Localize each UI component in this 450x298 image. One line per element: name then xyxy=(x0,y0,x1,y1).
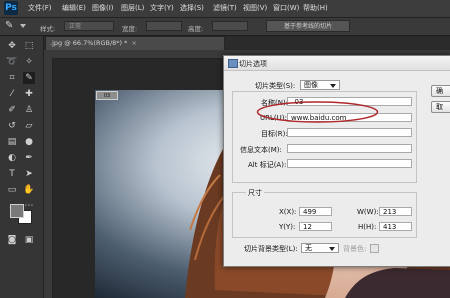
menu-help[interactable]: 帮助(H) xyxy=(303,3,328,13)
move-tool-icon[interactable]: ✥ xyxy=(6,40,18,52)
slices-from-guides-button[interactable]: 基于参考线的切片 xyxy=(266,20,350,32)
quick-mask-icon[interactable]: ◙ xyxy=(6,234,18,246)
menu-select[interactable]: 选择(S) xyxy=(180,3,204,13)
document-tab[interactable]: .jpg @ 66.7%(RGB/8*) * × xyxy=(45,36,225,50)
document-tab-title: .jpg @ 66.7%(RGB/8*) * xyxy=(50,39,128,47)
slice-tool-icon[interactable]: ✎ xyxy=(23,72,35,84)
healing-brush-tool-icon[interactable]: ✚ xyxy=(23,88,35,100)
ok-button[interactable]: 确 xyxy=(431,85,450,97)
eraser-tool-icon[interactable]: ▱ xyxy=(23,120,35,132)
photoshop-logo: Ps xyxy=(4,1,18,15)
slice-bg-type-value: 无 xyxy=(305,244,312,252)
menu-image[interactable]: 图像(I) xyxy=(92,3,114,13)
chevron-down-icon xyxy=(329,247,335,251)
type-tool-icon[interactable]: T xyxy=(6,168,18,180)
vertical-ruler xyxy=(44,58,53,298)
height-input[interactable] xyxy=(212,21,248,31)
bg-color-swatch[interactable] xyxy=(370,244,379,253)
history-brush-tool-icon[interactable]: ↺ xyxy=(6,120,18,132)
dialog-title-bar[interactable]: 切片选项 xyxy=(224,56,450,71)
cancel-button[interactable]: 取 xyxy=(431,101,450,113)
dialog-app-icon xyxy=(228,59,238,68)
chevron-down-icon xyxy=(330,84,336,88)
menu-filter[interactable]: 滤镜(T) xyxy=(213,3,237,13)
menu-edit[interactable]: 编辑(E) xyxy=(62,3,86,13)
target-field[interactable] xyxy=(287,128,412,137)
shape-tool-icon[interactable]: ▭ xyxy=(6,184,18,196)
gradient-tool-icon[interactable]: ▤ xyxy=(6,136,18,148)
dodge-tool-icon[interactable]: ◐ xyxy=(6,152,18,164)
tools-panel: ✥ ⬚ ➰ ✧ ⌗ ✎ ⁄ ✚ ✐ ♙ ↺ ▱ ▤ ● ◐ ✒ T ➤ ▭ ✋ … xyxy=(0,36,44,298)
screen-mode-icon[interactable]: ▣ xyxy=(23,234,35,246)
options-bar: ✎ 样式: 正常 宽度: 高度: 基于参考线的切片 xyxy=(0,18,450,36)
hand-tool-icon[interactable]: ✋ xyxy=(23,184,35,196)
menu-window[interactable]: 窗口(W) xyxy=(273,3,299,13)
path-selection-tool-icon[interactable]: ➤ xyxy=(23,168,35,180)
alt-tag-field[interactable] xyxy=(287,159,412,168)
h-label: H(H): xyxy=(358,223,377,231)
style-value: 正常 xyxy=(69,23,82,30)
brush-tool-icon[interactable]: ✐ xyxy=(6,104,18,116)
style-label: 样式: xyxy=(40,25,56,33)
annotation-ellipse xyxy=(256,101,379,123)
clone-stamp-tool-icon[interactable]: ♙ xyxy=(23,104,35,116)
style-select[interactable]: 正常 xyxy=(64,21,114,31)
slice-bg-type-select[interactable]: 无 xyxy=(301,243,339,253)
h-field[interactable]: 413 xyxy=(379,222,412,231)
bg-color-label: 背景色: xyxy=(343,245,367,253)
message-text-label: 信息文本(M): xyxy=(240,146,282,154)
x-field[interactable]: 499 xyxy=(299,207,332,216)
menu-bar: Ps 文件(F) 编辑(E) 图像(I) 图层(L) 文字(Y) 选择(S) 滤… xyxy=(0,0,450,18)
alt-tag-label: Alt 标记(A): xyxy=(248,161,287,169)
marquee-tool-icon[interactable]: ⬚ xyxy=(23,40,35,52)
close-icon[interactable]: × xyxy=(131,39,136,47)
lasso-tool-icon[interactable]: ➰ xyxy=(6,56,18,68)
dimensions-title: 尺寸 xyxy=(246,188,264,198)
slice-options-dialog: 切片选项 切片类型(S): 图像 名称(N): _03 URL(U): www.… xyxy=(223,55,450,267)
menu-type[interactable]: 文字(Y) xyxy=(150,3,174,13)
blur-tool-icon[interactable]: ● xyxy=(23,136,35,148)
eyedropper-tool-icon[interactable]: ⁄ xyxy=(6,88,18,100)
foreground-color-swatch[interactable] xyxy=(10,204,24,218)
height-label: 高度: xyxy=(188,25,204,33)
w-label: W(W): xyxy=(357,208,379,216)
dialog-title: 切片选项 xyxy=(239,60,267,68)
message-text-field[interactable] xyxy=(287,144,412,153)
x-label: X(X): xyxy=(279,208,297,216)
menu-file[interactable]: 文件(F) xyxy=(28,3,52,13)
chevron-down-icon[interactable] xyxy=(20,24,26,28)
target-label: 目标(R): xyxy=(261,130,288,138)
pen-tool-icon[interactable]: ✒ xyxy=(23,152,35,164)
menu-view[interactable]: 视图(V) xyxy=(243,3,267,13)
quick-select-tool-icon[interactable]: ✧ xyxy=(23,56,35,68)
slice-type-select[interactable]: 图像 xyxy=(300,80,340,90)
width-label: 宽度: xyxy=(122,25,138,33)
y-field[interactable]: 12 xyxy=(299,222,332,231)
w-field[interactable]: 213 xyxy=(379,207,412,216)
slice-type-value: 图像 xyxy=(304,81,318,89)
slice-number-badge: 03 xyxy=(96,91,118,100)
y-label: Y(Y): xyxy=(279,223,296,231)
crop-tool-icon[interactable]: ⌗ xyxy=(6,72,18,84)
menu-layer[interactable]: 图层(L) xyxy=(121,3,144,13)
width-input[interactable] xyxy=(146,21,182,31)
slice-tool-icon[interactable]: ✎ xyxy=(5,20,19,32)
slice-type-label: 切片类型(S): xyxy=(255,82,296,90)
slice-bg-type-label: 切片背景类型(L): xyxy=(244,245,298,253)
